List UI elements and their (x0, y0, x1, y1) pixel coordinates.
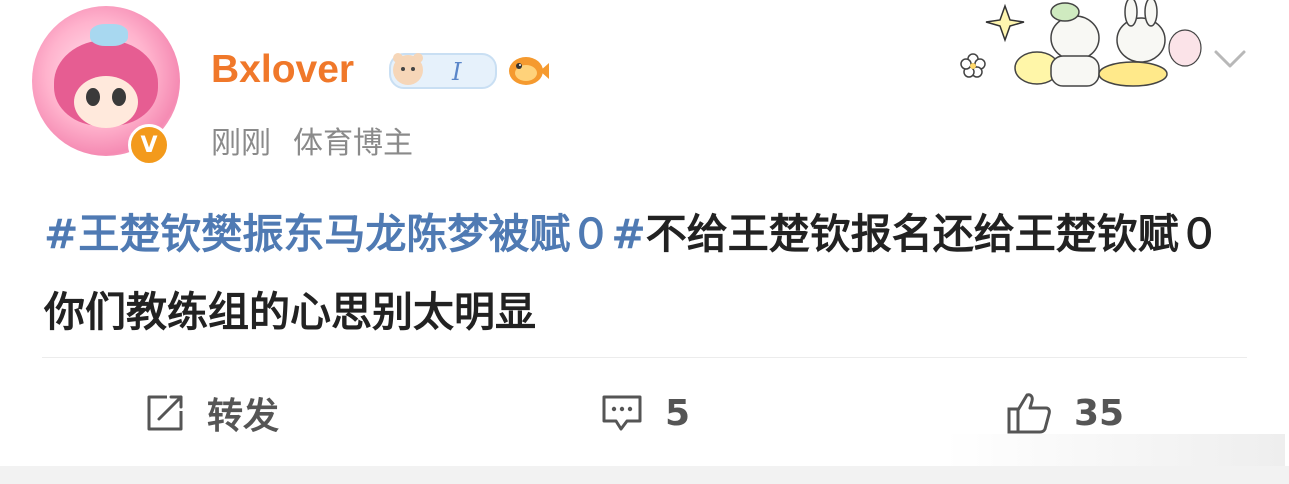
card-decoration-sticker (960, 0, 1202, 87)
repost-button[interactable]: 转发 (145, 390, 280, 437)
avatar-bow (90, 24, 128, 46)
avatar-eye-left (86, 88, 100, 106)
post-meta: 刚刚 体育博主 (211, 118, 413, 162)
card-bottom-gap (0, 466, 1289, 484)
verified-badge-icon: V (128, 124, 170, 166)
fish-badge-icon[interactable] (506, 50, 550, 90)
post-content: #王楚钦樊振东马龙陈梦被赋０#不给王楚钦报名还给王楚钦赋０ 你们教练组的心思别太… (44, 195, 1244, 351)
avatar-face (74, 76, 138, 128)
topic-link[interactable]: #王楚钦樊振东马龙陈梦被赋０# (44, 210, 646, 258)
user-role: 体育博主 (293, 126, 413, 161)
avatar-eye-right (112, 88, 126, 106)
weibo-post-card: V Bxlover I 刚刚 体育博主 #王楚钦樊振东马龙陈梦被赋０#不给王楚钦… (0, 0, 1289, 484)
like-count: 35 (1074, 392, 1125, 434)
comment-count: 5 (665, 392, 691, 434)
repost-label: 转发 (207, 396, 280, 437)
share-square-icon (147, 395, 183, 431)
like-button[interactable]: 35 (1006, 390, 1124, 436)
action-divider (42, 357, 1247, 358)
member-bear-badge-icon[interactable]: I (388, 48, 498, 94)
comment-button[interactable]: 5 (601, 390, 690, 436)
badge-letter: I (451, 58, 462, 86)
chevron-down-icon[interactable] (1212, 44, 1248, 72)
post-time: 刚刚 (211, 126, 271, 161)
username[interactable]: Bxlover (211, 48, 354, 92)
thumbs-up-icon (1007, 393, 1051, 434)
scroll-fade (945, 434, 1285, 470)
comment-bubble-icon (602, 395, 642, 431)
